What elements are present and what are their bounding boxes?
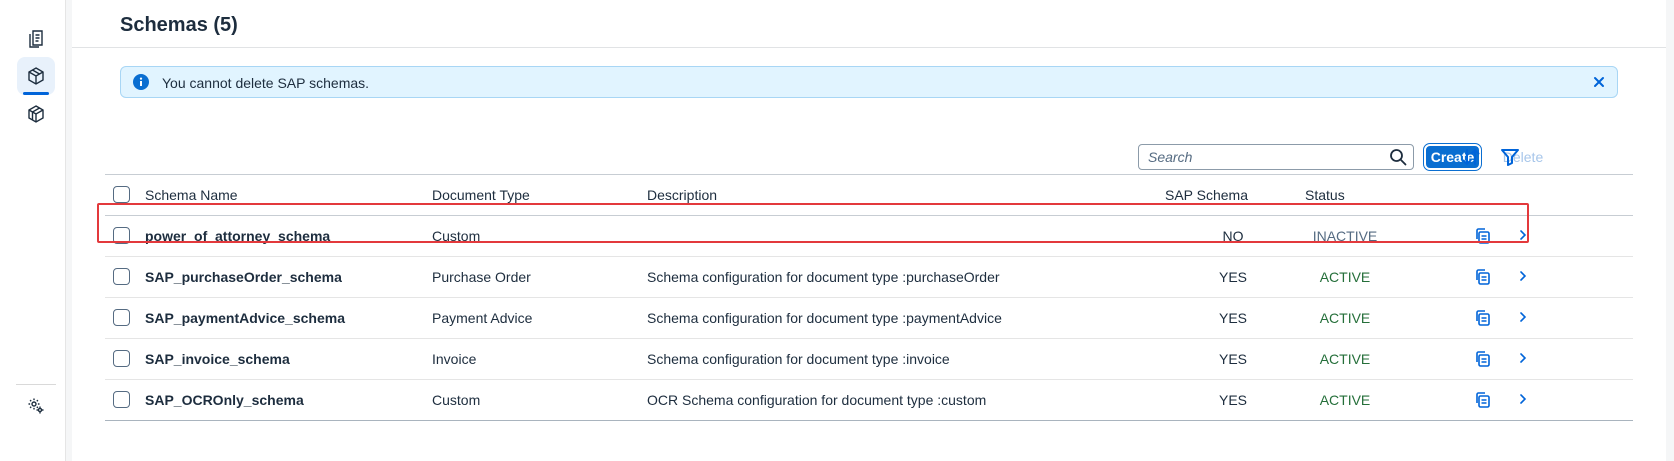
- documents-icon: [29, 30, 43, 48]
- column-header-schema-name: Schema Name: [145, 187, 238, 203]
- info-icon: [133, 74, 149, 90]
- sidebar-divider: [16, 384, 56, 385]
- schema-cube-icon: [28, 67, 44, 85]
- templates-cube-icon: [28, 105, 44, 123]
- column-header-sap-schema: SAP Schema: [1165, 187, 1249, 203]
- filter-icon[interactable]: [1499, 147, 1521, 167]
- sidebar-item-templates[interactable]: [17, 95, 55, 133]
- schema-name: SAP_purchaseOrder_schema: [145, 269, 342, 285]
- schema-name: SAP_paymentAdvice_schema: [145, 310, 345, 326]
- status-value: ACTIVE: [1319, 351, 1371, 367]
- row-checkbox[interactable]: [113, 391, 130, 408]
- description: OCR Schema configuration for document ty…: [647, 392, 987, 408]
- page-title: Schemas (5): [120, 14, 238, 36]
- schema-name: SAP_invoice_schema: [145, 351, 290, 367]
- select-all-checkbox[interactable]: [113, 186, 130, 203]
- copy-icon[interactable]: [1474, 227, 1492, 245]
- sap-schema-value: NO: [1222, 228, 1244, 244]
- status-value: ACTIVE: [1319, 310, 1371, 326]
- table-header: Schema Name Document Type Description SA…: [105, 174, 1633, 216]
- schema-name: power_of_attorney_schema: [145, 228, 331, 244]
- chevron-right-icon[interactable]: [1518, 270, 1528, 282]
- settings-gears-icon: [28, 398, 44, 414]
- chevron-right-icon[interactable]: [1518, 393, 1528, 405]
- copy-icon[interactable]: [1474, 350, 1492, 368]
- document-type: Custom: [432, 392, 481, 408]
- sidebar-item-settings[interactable]: [17, 387, 55, 425]
- document-type: Purchase Order: [432, 269, 531, 285]
- copy-icon[interactable]: [1474, 391, 1492, 409]
- description: Schema configuration for document type :…: [647, 269, 1000, 285]
- sap-schema-value: YES: [1218, 269, 1247, 285]
- search-input[interactable]: [1148, 148, 1380, 166]
- row-checkbox[interactable]: [113, 309, 130, 326]
- search-icon[interactable]: [1389, 148, 1407, 166]
- column-header-description: Description: [647, 187, 718, 203]
- description: Schema configuration for document type :…: [647, 310, 1002, 326]
- status-value: ACTIVE: [1319, 269, 1371, 285]
- column-header-document-type: Document Type: [432, 187, 530, 203]
- sidebar-item-documents[interactable]: [17, 20, 55, 58]
- close-icon[interactable]: [1591, 74, 1607, 90]
- table-toolbar: Create Delete: [72, 137, 1666, 173]
- chevron-right-icon[interactable]: [1518, 352, 1528, 364]
- status-value: ACTIVE: [1319, 392, 1371, 408]
- search-field: [1138, 144, 1414, 170]
- sap-schema-value: YES: [1218, 392, 1247, 408]
- chevron-right-icon[interactable]: [1518, 311, 1528, 323]
- main-area: Schemas (5) You cannot delete SAP schema…: [72, 0, 1674, 461]
- document-type: Invoice: [432, 351, 477, 367]
- sap-schema-value: YES: [1218, 310, 1247, 326]
- schema-name: SAP_OCROnly_schema: [145, 392, 304, 408]
- status-value: INACTIVE: [1312, 228, 1378, 244]
- row-checkbox[interactable]: [113, 268, 130, 285]
- info-message-strip: You cannot delete SAP schemas.: [120, 66, 1618, 98]
- table-row[interactable]: SAP_OCROnly_schema Custom OCR Schema con…: [105, 380, 1633, 421]
- copy-icon[interactable]: [1474, 309, 1492, 327]
- row-checkbox[interactable]: [113, 350, 130, 367]
- info-message-text: You cannot delete SAP schemas.: [162, 75, 370, 91]
- row-checkbox[interactable]: [113, 227, 130, 244]
- side-navigation: [0, 0, 66, 461]
- column-header-status: Status: [1305, 187, 1345, 203]
- table-row[interactable]: SAP_paymentAdvice_schema Payment Advice …: [105, 298, 1633, 339]
- table-row[interactable]: SAP_invoice_schema Invoice Schema config…: [105, 339, 1633, 380]
- sidebar-item-schemas[interactable]: [17, 57, 55, 95]
- table-row[interactable]: power_of_attorney_schema Custom NO INACT…: [105, 216, 1633, 257]
- sort-icon[interactable]: [1460, 147, 1482, 167]
- page-header: Schemas (5): [72, 0, 1666, 48]
- table-row[interactable]: SAP_purchaseOrder_schema Purchase Order …: [105, 257, 1633, 298]
- sap-schema-value: YES: [1218, 351, 1247, 367]
- description: Schema configuration for document type :…: [647, 351, 950, 367]
- schemas-table: Schema Name Document Type Description SA…: [105, 174, 1633, 421]
- page-content: You cannot delete SAP schemas. Create De…: [72, 48, 1666, 461]
- chevron-right-icon[interactable]: [1518, 229, 1528, 241]
- copy-icon[interactable]: [1474, 268, 1492, 286]
- document-type: Custom: [432, 228, 481, 244]
- document-type: Payment Advice: [432, 310, 533, 326]
